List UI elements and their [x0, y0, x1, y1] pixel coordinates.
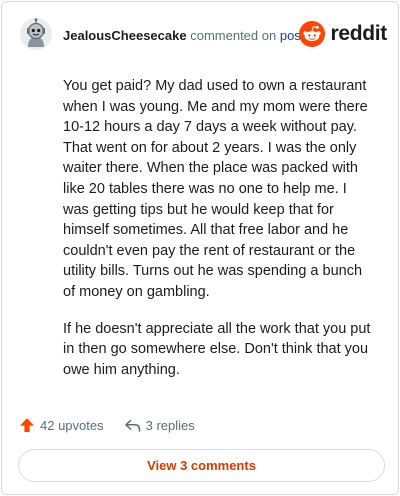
comment-meta: JealousCheesecake commented on post	[63, 28, 304, 44]
upvote-count: 42 upvotes	[40, 417, 104, 433]
reply-count: 3 replies	[145, 417, 195, 433]
comment-card: JealousCheesecake commented on post redd…	[1, 1, 399, 495]
commented-on-label: commented on	[190, 28, 277, 43]
upvote-arrow-icon	[20, 418, 34, 432]
reddit-wordmark: reddit	[330, 22, 387, 45]
username[interactable]: JealousCheesecake	[63, 28, 187, 43]
comment-paragraph: You get paid? My dad used to own a resta…	[63, 78, 368, 300]
comment-header: JealousCheesecake commented on post redd…	[19, 17, 387, 53]
comment-body: You get paid? My dad used to own a resta…	[63, 76, 371, 396]
replies-action[interactable]: 3 replies	[124, 417, 195, 433]
reddit-logo-icon	[299, 21, 326, 47]
reddit-brand[interactable]: reddit	[299, 21, 387, 47]
upvote-action[interactable]: 42 upvotes	[19, 417, 104, 433]
comment-actions: 42 upvotes 3 replies	[19, 415, 195, 435]
reply-arrow-icon	[124, 419, 140, 432]
view-comments-button[interactable]: View 3 comments	[18, 449, 385, 482]
comment-paragraph: If he doesn't appreciate all the work th…	[63, 320, 371, 378]
user-avatar[interactable]	[19, 17, 53, 51]
